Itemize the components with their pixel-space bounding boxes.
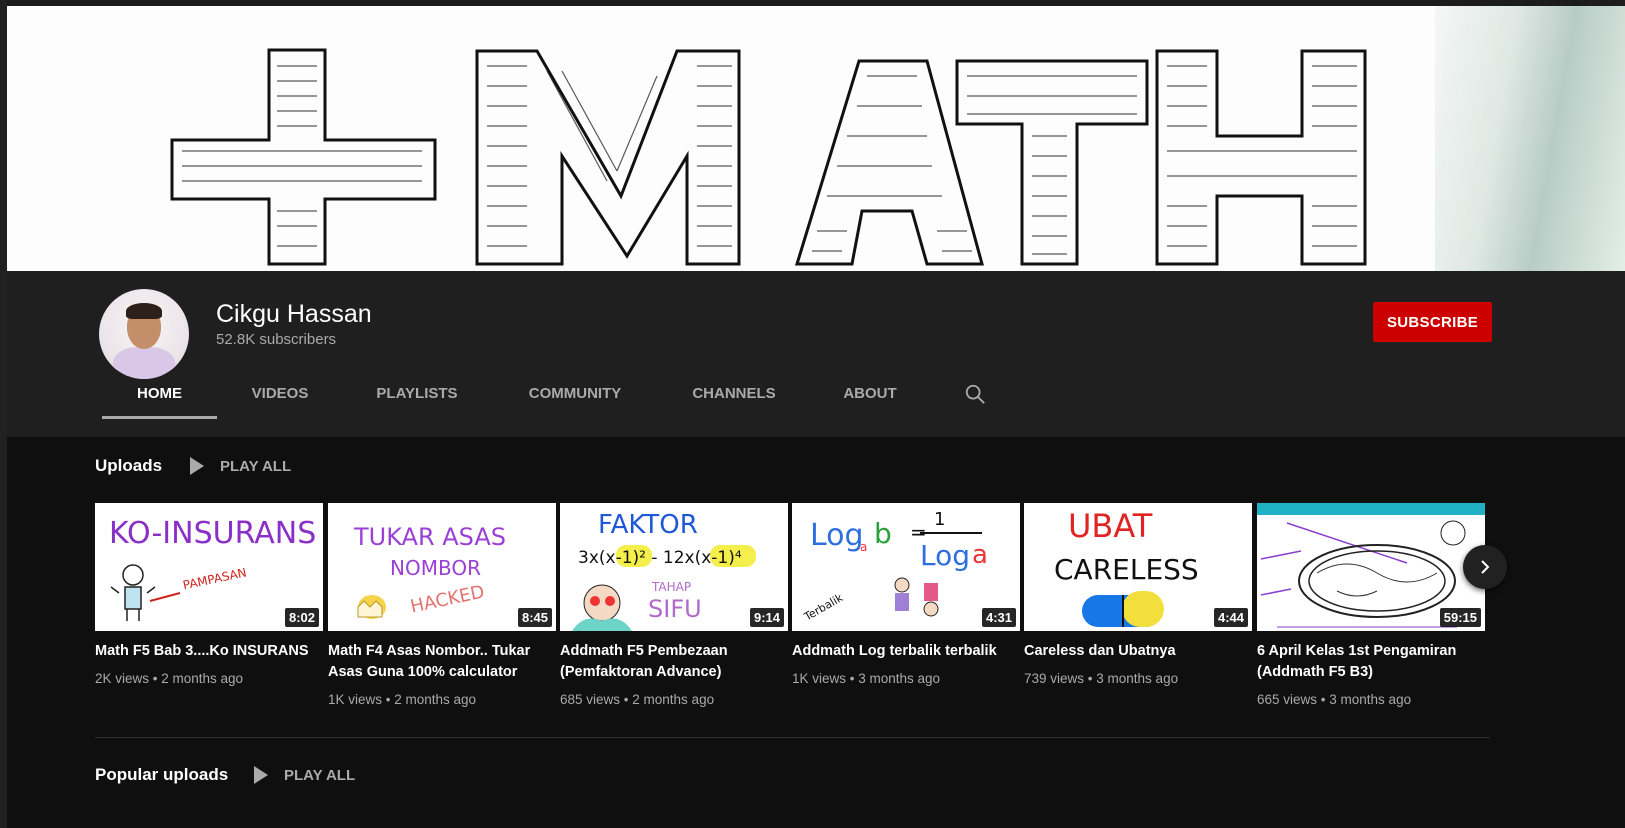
popular-uploads-heading[interactable]: Popular uploads <box>95 765 228 785</box>
video-duration: 4:31 <box>981 608 1016 627</box>
video-views: 1K views <box>328 692 383 707</box>
video-title[interactable]: Addmath Log terbalik terbalik <box>792 641 1020 662</box>
thumb-title-text: FAKTOR <box>598 510 698 540</box>
left-edge-strip <box>0 0 7 828</box>
tab-home[interactable]: HOME <box>102 369 217 419</box>
video-age: 2 months ago <box>394 692 477 707</box>
section-divider <box>95 737 1490 738</box>
tab-community[interactable]: COMMUNITY <box>515 369 635 419</box>
popular-play-all-button[interactable]: PLAY ALL <box>254 763 355 787</box>
svg-text:1: 1 <box>934 509 945 530</box>
thumb-sub2-text: Terbalik <box>801 591 846 624</box>
search-icon[interactable] <box>964 383 986 405</box>
video-views: 739 views <box>1024 671 1085 686</box>
thumb-title-text: KO-INSURANS <box>109 516 316 551</box>
uploads-play-all-button[interactable]: PLAY ALL <box>190 454 291 478</box>
thumb-sub-text: NOMBOR <box>390 556 481 580</box>
channel-name: Cikgu Hassan <box>216 300 372 328</box>
video-age: 3 months ago <box>1096 671 1179 686</box>
video-card[interactable]: Log a b = 1 Log a Terbalik 4:31 Addmath … <box>792 503 1020 686</box>
video-age: 2 months ago <box>632 692 715 707</box>
video-card[interactable]: TUKAR ASAS NOMBOR HACKED 8:45 Math F4 As… <box>328 503 556 707</box>
video-meta: 2K views • 2 months ago <box>95 671 244 686</box>
thumb-sub-text: CARELESS <box>1054 553 1199 586</box>
thumb-sub-text: TAHAP <box>651 580 691 594</box>
carousel-next-button[interactable] <box>1463 545 1507 589</box>
tab-about[interactable]: ABOUT <box>835 369 905 419</box>
thumb-sub2-text: HACKED <box>409 581 487 617</box>
tab-channels[interactable]: CHANNELS <box>682 369 786 419</box>
channel-avatar[interactable] <box>99 289 189 379</box>
play-icon <box>254 766 268 784</box>
thumb-title-text: TUKAR ASAS <box>353 523 506 551</box>
tab-playlists[interactable]: PLAYLISTS <box>367 369 467 419</box>
video-card[interactable]: FAKTOR 3x(x-1)² - 12x(x-1)⁴ TAHAP SIFU 9… <box>560 503 788 707</box>
subscribe-button[interactable]: SUBSCRIBE <box>1373 302 1492 342</box>
video-meta: 1K views • 3 months ago <box>792 671 941 686</box>
video-thumbnail[interactable]: TUKAR ASAS NOMBOR HACKED 8:45 <box>328 503 556 631</box>
banner-math-art <box>170 48 1367 266</box>
thumb-sub2-text: SIFU <box>648 595 702 623</box>
video-meta: 739 views • 3 months ago <box>1024 671 1179 686</box>
video-title[interactable]: 6 April Kelas 1st Pengamiran (Addmath F5… <box>1257 641 1485 683</box>
thumb-sub-text: Log <box>920 539 970 572</box>
video-thumbnail[interactable]: KO-INSURANS PAMPASAN 8:02 <box>95 503 323 631</box>
video-duration: 8:02 <box>284 608 319 627</box>
tab-videos[interactable]: VIDEOS <box>240 369 320 419</box>
video-views: 1K views <box>792 671 847 686</box>
video-views: 2K views <box>95 671 150 686</box>
banner-edge-texture <box>1435 6 1625 271</box>
thumb-title-text: Log <box>810 518 864 553</box>
subscriber-count: 52.8K subscribers <box>216 331 337 348</box>
play-all-label: PLAY ALL <box>284 766 356 784</box>
video-meta: 685 views • 2 months ago <box>560 692 715 707</box>
video-age: 3 months ago <box>858 671 941 686</box>
svg-text:3x(x-1)² - 12x(x-1)⁴: 3x(x-1)² - 12x(x-1)⁴ <box>578 548 742 568</box>
video-views: 665 views <box>1257 692 1318 707</box>
uploads-heading[interactable]: Uploads <box>95 456 162 476</box>
channel-header: Cikgu Hassan 52.8K subscribers SUBSCRIBE… <box>7 271 1625 437</box>
video-thumbnail[interactable]: 59:15 <box>1257 503 1485 631</box>
svg-text:a: a <box>860 540 867 554</box>
video-duration: 59:15 <box>1439 608 1481 627</box>
play-all-label: PLAY ALL <box>220 457 292 475</box>
video-thumbnail[interactable]: Log a b = 1 Log a Terbalik 4:31 <box>792 503 1020 631</box>
thumb-sub-text: PAMPASAN <box>182 565 248 592</box>
video-duration: 8:45 <box>517 608 552 627</box>
video-duration: 4:44 <box>1213 608 1248 627</box>
chevron-right-icon <box>1481 560 1490 574</box>
video-meta: 1K views • 2 months ago <box>328 692 477 707</box>
video-meta: 665 views • 3 months ago <box>1257 692 1412 707</box>
video-age: 2 months ago <box>161 671 244 686</box>
video-title[interactable]: Addmath F5 Pembezaan (Pemfaktoran Advanc… <box>560 641 788 683</box>
video-title[interactable]: Math F4 Asas Nombor.. Tukar Asas Guna 10… <box>328 641 556 683</box>
video-card[interactable]: 59:15 6 April Kelas 1st Pengamiran (Addm… <box>1257 503 1485 707</box>
video-card[interactable]: KO-INSURANS PAMPASAN 8:02 Math F5 Bab 3.… <box>95 503 323 686</box>
play-icon <box>190 457 204 475</box>
video-thumbnail[interactable]: UBAT CARELESS 4:44 <box>1024 503 1252 631</box>
video-duration: 9:14 <box>749 608 784 627</box>
video-card[interactable]: UBAT CARELESS 4:44 Careless dan Ubatnya … <box>1024 503 1252 686</box>
video-title[interactable]: Math F5 Bab 3....Ko INSURANS <box>95 641 323 662</box>
video-age: 3 months ago <box>1329 692 1412 707</box>
video-thumbnail[interactable]: FAKTOR 3x(x-1)² - 12x(x-1)⁴ TAHAP SIFU 9… <box>560 503 788 631</box>
video-views: 685 views <box>560 692 621 707</box>
channel-banner <box>7 6 1625 271</box>
thumb-title-text: UBAT <box>1068 507 1153 545</box>
video-title[interactable]: Careless dan Ubatnya <box>1024 641 1252 662</box>
svg-text:a: a <box>972 540 988 570</box>
svg-text:b: b <box>874 517 892 550</box>
